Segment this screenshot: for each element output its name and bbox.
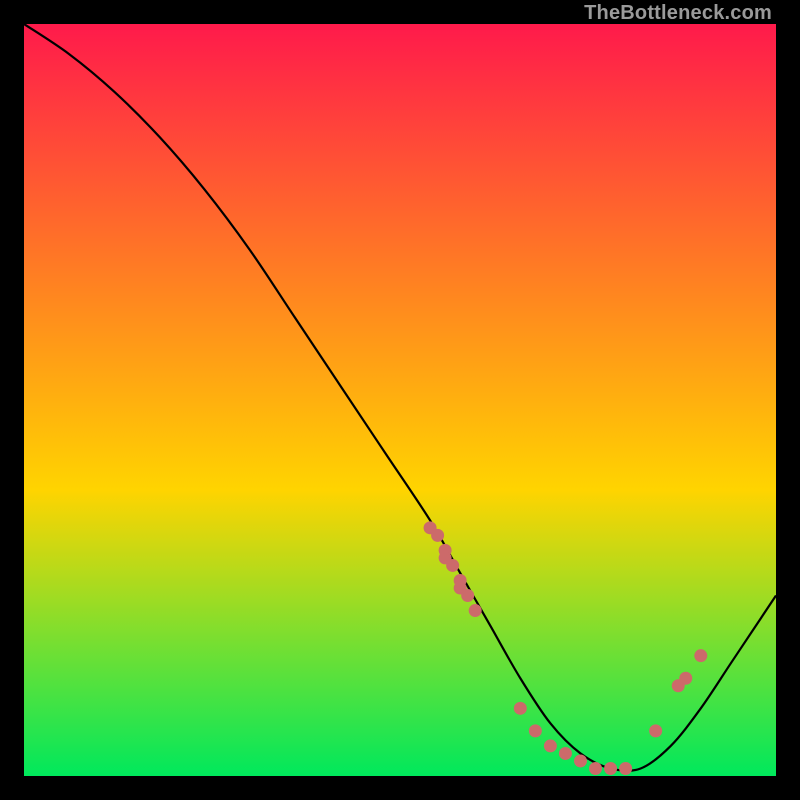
scatter-point xyxy=(649,724,662,737)
scatter-point xyxy=(559,747,572,760)
scatter-point xyxy=(469,604,482,617)
watermark-text: TheBottleneck.com xyxy=(584,2,772,25)
scatter-point xyxy=(604,762,617,775)
scatter-point xyxy=(446,559,459,572)
scatter-point xyxy=(431,529,444,542)
scatter-point xyxy=(529,724,542,737)
chart-frame xyxy=(24,24,776,776)
scatter-point xyxy=(574,754,587,767)
bottleneck-chart xyxy=(24,24,776,776)
scatter-point xyxy=(514,702,527,715)
scatter-point xyxy=(619,762,632,775)
scatter-point xyxy=(679,672,692,685)
scatter-point xyxy=(461,589,474,602)
scatter-point xyxy=(544,739,557,752)
scatter-point xyxy=(694,649,707,662)
gradient-background xyxy=(24,24,776,776)
scatter-point xyxy=(589,762,602,775)
